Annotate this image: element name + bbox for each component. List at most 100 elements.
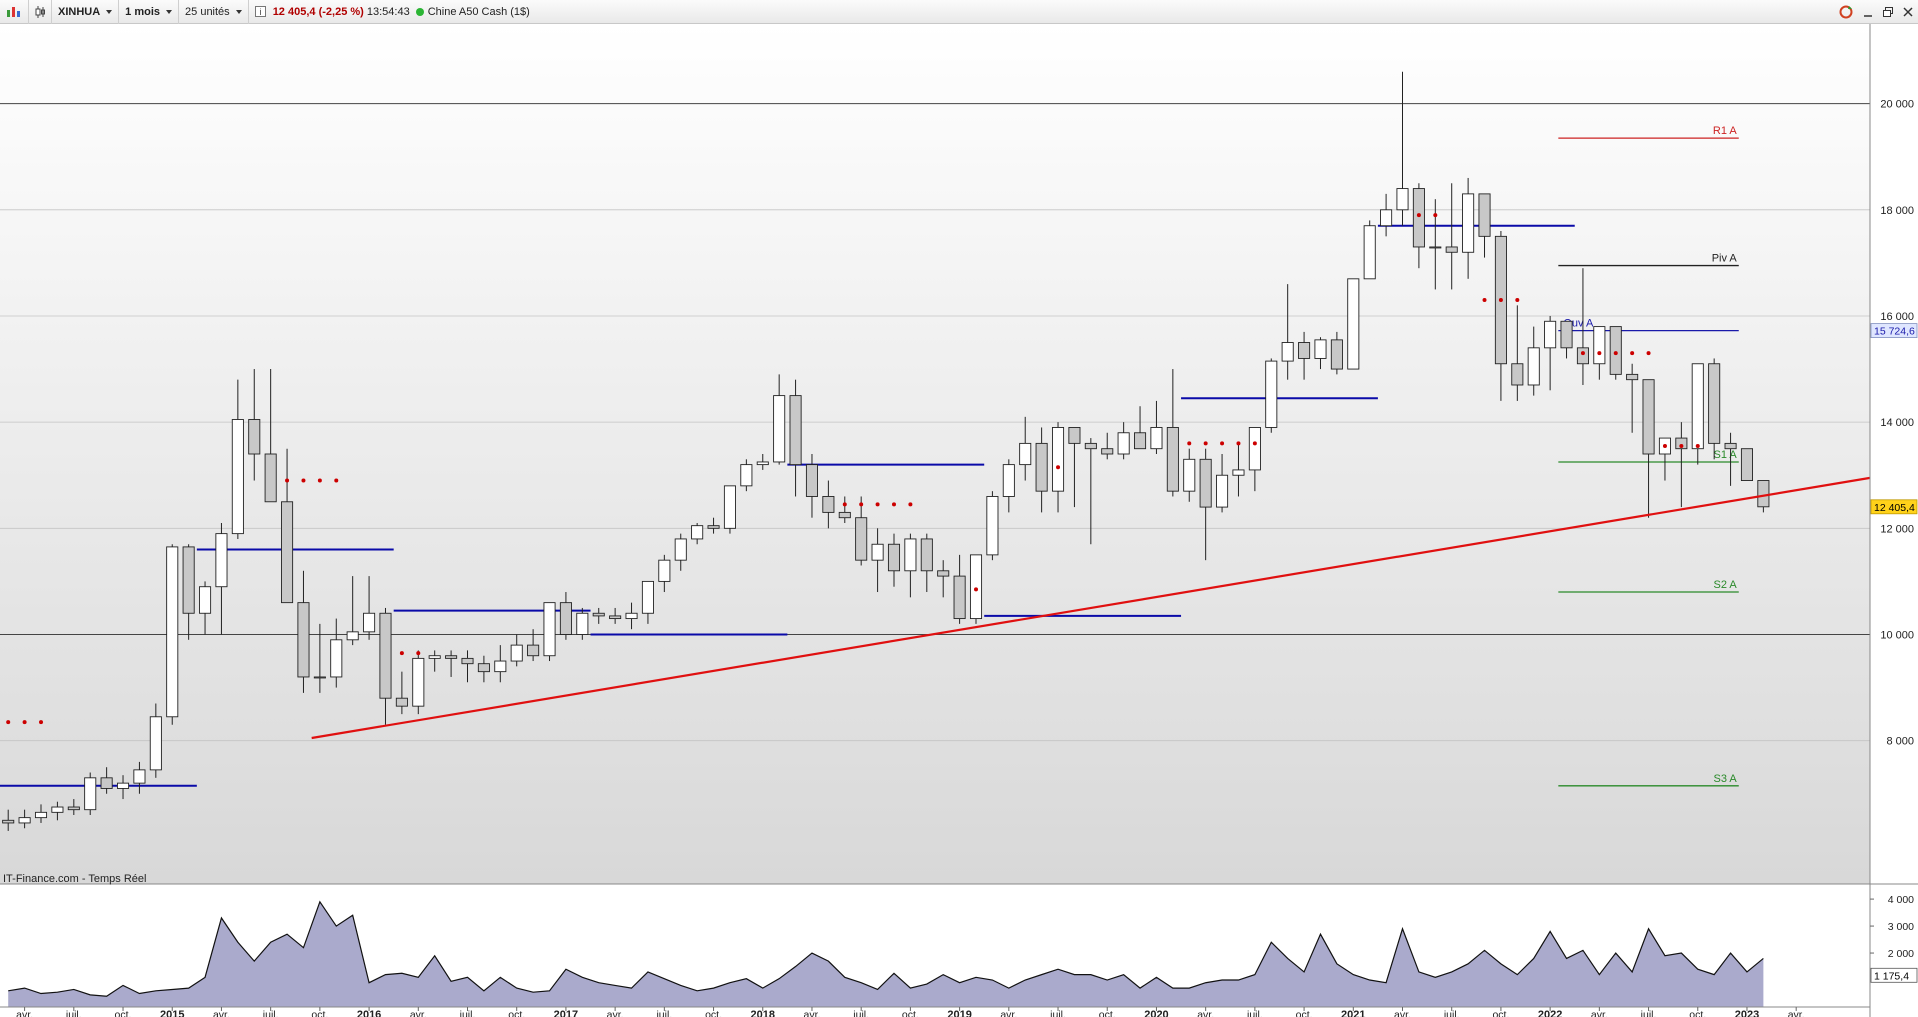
candle: [166, 544, 179, 725]
symbol-select[interactable]: XINHUA: [52, 0, 120, 24]
candle-body: [1134, 432, 1147, 450]
annual-level-label: S2 A: [1714, 579, 1738, 591]
price-tag-label: 12 405,4: [1874, 502, 1915, 514]
candle: [1265, 358, 1278, 433]
candle-body: [166, 546, 179, 718]
signal-dot: [842, 502, 847, 507]
last-price: 12 405,4: [272, 5, 316, 18]
signal-dot: [1203, 441, 1208, 446]
units-select[interactable]: 25 unités: [179, 0, 249, 24]
signal-dot: [1515, 298, 1520, 303]
candle-body: [395, 697, 408, 707]
chevron-down-icon: [106, 9, 113, 14]
candle-body: [707, 525, 720, 529]
y-tick-label: 8 000: [1886, 736, 1914, 748]
signal-dot: [1662, 444, 1667, 449]
candle-body: [1691, 363, 1704, 450]
candle-body: [1248, 427, 1261, 471]
volume-tick-label: 2 000: [1888, 948, 1914, 960]
x-tick-label: 2021: [1341, 1009, 1365, 1017]
candle-body: [986, 496, 999, 556]
signal-dot: [891, 502, 896, 507]
chevron-down-icon: [166, 9, 173, 14]
candle-body: [1576, 347, 1589, 365]
candle-body: [641, 580, 654, 614]
candle-body: [182, 546, 195, 614]
signal-dot: [1646, 351, 1651, 356]
restore-icon[interactable]: [1882, 6, 1894, 18]
quote-bar: i 12 405,4 (-2,25 %) 13:54:43 Chine A50 …: [249, 0, 536, 24]
candle: [986, 491, 999, 561]
candle: [1740, 448, 1754, 481]
candle-body: [133, 769, 146, 784]
x-tick-label: avr.: [607, 1009, 624, 1017]
signal-dot: [416, 651, 421, 656]
candle-body: [674, 538, 687, 561]
candle-body: [1478, 193, 1491, 237]
candle-body: [543, 602, 556, 657]
x-tick-label: juil.: [262, 1009, 279, 1017]
candle-body: [1002, 464, 1015, 497]
volume-tick-label: 4 000: [1888, 894, 1914, 906]
candle-body: [592, 612, 605, 617]
x-tick-label: 2015: [160, 1009, 184, 1017]
x-tick-label: avr.: [1000, 1009, 1017, 1017]
candle-body: [1527, 347, 1540, 386]
signal-dot: [875, 502, 880, 507]
period-select[interactable]: 1 mois: [119, 0, 180, 24]
x-tick-label: oct.: [1689, 1009, 1706, 1017]
candle-body: [149, 716, 162, 771]
candle-body: [1593, 326, 1606, 365]
x-tick-label: 2016: [357, 1009, 381, 1017]
price-tag-label: 15 724,6: [1874, 326, 1915, 338]
x-tick-label: oct.: [1492, 1009, 1509, 1017]
signal-dot: [1236, 441, 1241, 446]
candle-body: [1511, 363, 1524, 386]
y-tick-label: 14 000: [1880, 417, 1914, 429]
candle-body: [428, 655, 441, 659]
candle-body: [264, 453, 277, 503]
candle-body: [1445, 246, 1458, 253]
candle-body: [330, 639, 343, 678]
candle-body: [1412, 188, 1425, 248]
candle-body: [281, 501, 294, 604]
candle-body: [346, 631, 359, 641]
price-chart[interactable]: R1 APiv AOuv AS1 AS2 AS3 A 8 00010 00012…: [0, 24, 1918, 1017]
x-tick-label: 2018: [751, 1009, 775, 1017]
candle-body: [116, 782, 130, 789]
candle-body: [691, 525, 704, 540]
volume-last-label: 1 175,4: [1874, 970, 1909, 982]
signal-dot: [1416, 213, 1421, 218]
candle-body: [67, 806, 80, 811]
close-icon[interactable]: [1902, 6, 1914, 18]
candle: [1363, 220, 1376, 280]
x-tick-label: 2020: [1144, 1009, 1168, 1017]
candle-body: [1068, 427, 1081, 444]
toolbar: XINHUA 1 mois 25 unités i 12 405,4 (-2,2…: [0, 0, 1918, 24]
signal-dot: [859, 502, 864, 507]
candle-body: [84, 777, 97, 811]
x-tick-label: 2022: [1538, 1009, 1562, 1017]
price-change: (-2,25 %): [318, 5, 364, 18]
candles-button[interactable]: [29, 0, 52, 24]
signal-dot: [285, 478, 290, 483]
candle-body: [1035, 442, 1048, 492]
signal-dot: [1056, 465, 1061, 470]
candle-body: [1363, 225, 1376, 280]
info-icon[interactable]: i: [254, 5, 267, 18]
candle-body: [1609, 326, 1622, 375]
candle-body: [1166, 427, 1179, 492]
candle-body: [2, 819, 15, 824]
x-tick-label: oct.: [705, 1009, 722, 1017]
minimize-icon[interactable]: [1862, 6, 1874, 18]
refresh-icon[interactable]: [1838, 4, 1854, 20]
candle-body: [1544, 320, 1557, 349]
candle-body: [576, 612, 589, 635]
candles-icon: [35, 5, 45, 18]
symbol-label: XINHUA: [58, 5, 101, 18]
signal-dot: [1498, 298, 1503, 303]
candle-body: [510, 644, 523, 662]
signal-dot: [974, 587, 979, 592]
chart-type-button[interactable]: [0, 0, 29, 24]
candle-body: [34, 811, 48, 819]
